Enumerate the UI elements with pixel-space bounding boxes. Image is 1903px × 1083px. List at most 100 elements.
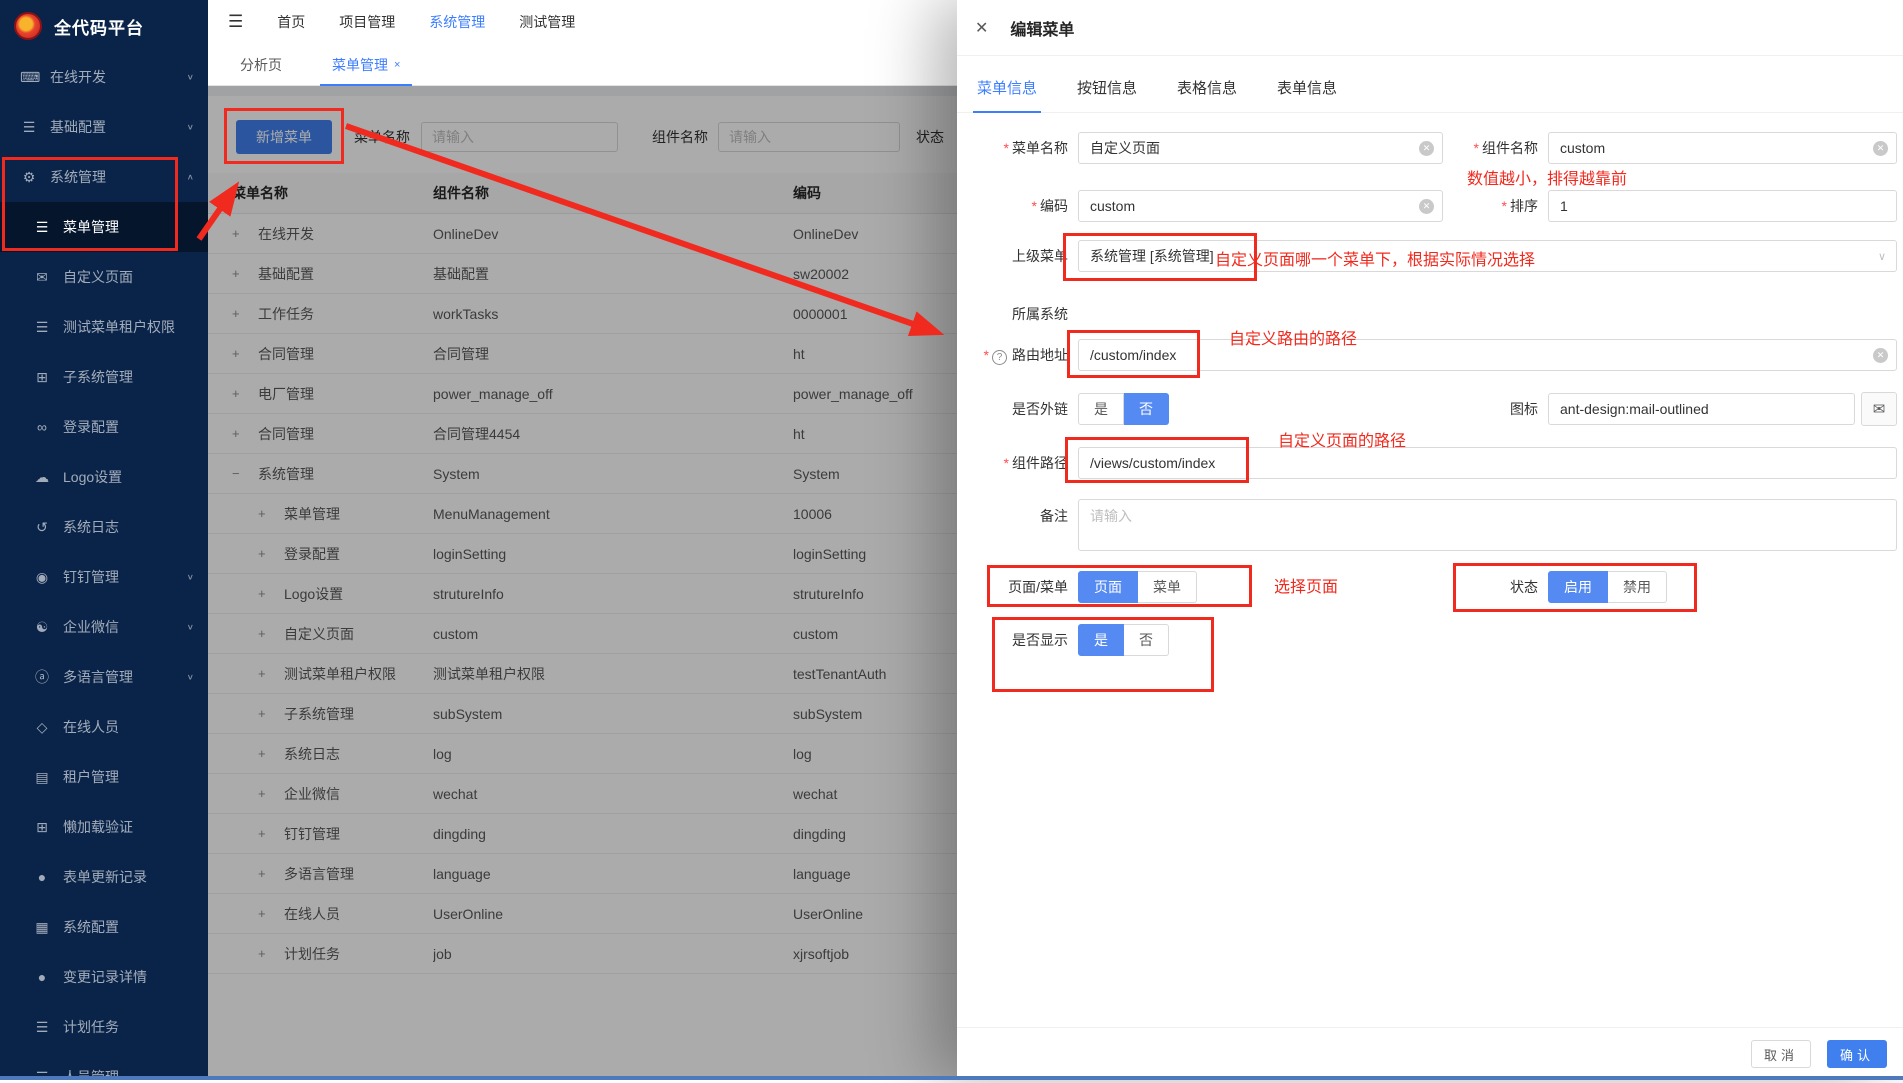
menu-fold-icon[interactable]: ☰ [228,12,243,32]
chevron-icon: ∨ [187,673,194,682]
status-filter-label: 状态 [916,127,944,147]
sidebar-item[interactable]: ▤ 租户管理 [0,752,208,802]
toggle-option-yes[interactable]: 是 [1078,393,1124,425]
sidebar-item[interactable]: ☰ 测试菜单租户权限 [0,302,208,352]
sidebar-item[interactable]: ◉ 钉钉管理 ∨ [0,552,208,602]
sidebar-item-icon: ◇ [33,719,51,736]
sidebar-item-label: 在线开发 [50,67,106,87]
sidebar-item[interactable]: ☰ 菜单管理 [0,202,208,252]
top-nav-item[interactable]: 测试管理 [519,12,575,32]
toggle-option-enabled[interactable]: 启用 [1548,571,1608,603]
component-name-filter-input[interactable] [718,122,900,152]
expander-icon[interactable]: + [258,706,274,721]
sidebar-item[interactable]: ✉ 自定义页面 [0,252,208,302]
sidebar-item[interactable]: ⓐ 多语言管理 ∨ [0,652,208,702]
menu-name-text: 电厂管理 [258,384,314,404]
parent-menu-select[interactable] [1078,240,1897,272]
top-nav-item[interactable]: 系统管理 [429,12,485,32]
icon-picker-button[interactable]: ✉ [1861,392,1897,426]
sidebar-item[interactable]: ☰ 计划任务 [0,1002,208,1052]
expander-icon[interactable]: + [258,586,274,601]
sidebar-item[interactable]: ▦ 系统配置 [0,902,208,952]
expander-icon[interactable]: − [232,466,248,481]
cancel-button[interactable]: 取消 [1751,1040,1811,1068]
cell-menu-name: + 计划任务 [208,944,433,964]
toggle-option-show[interactable]: 是 [1078,624,1124,656]
expander-icon[interactable]: + [232,226,248,241]
sidebar-item-label: 子系统管理 [63,367,133,387]
menu-name-input[interactable] [1078,132,1443,164]
clear-icon[interactable]: ✕ [1419,141,1434,156]
toggle-option-page[interactable]: 页面 [1078,571,1138,603]
sidebar-item[interactable]: ◇ 在线人员 [0,702,208,752]
sidebar-item[interactable]: ↺ 系统日志 [0,502,208,552]
toggle-option-disabled[interactable]: 禁用 [1608,571,1667,603]
component-name-label: 组件名称 [652,127,708,147]
clear-icon[interactable]: ✕ [1419,199,1434,214]
expander-icon[interactable]: + [258,786,274,801]
cell-menu-name: + 自定义页面 [208,624,433,644]
sidebar-item[interactable]: ∞ 登录配置 [0,402,208,452]
sort-input[interactable] [1548,190,1897,222]
sidebar-item[interactable]: ⌨ 在线开发 ∨ [0,52,208,102]
expander-icon[interactable]: + [258,506,274,521]
cell-menu-name: + 多语言管理 [208,864,433,884]
sidebar-item[interactable]: ⚙ 系统管理 ∧ [0,152,208,202]
route-input[interactable] [1078,339,1897,371]
expander-icon[interactable]: + [258,746,274,761]
page-tab[interactable]: 菜单管理 × [320,44,412,85]
expander-icon[interactable]: + [258,946,274,961]
drawer-tab[interactable]: 表单信息 [1273,77,1341,112]
sidebar-item[interactable]: ● 表单更新记录 [0,852,208,902]
top-nav-item[interactable]: 首页 [277,12,305,32]
menu-name-text: 子系统管理 [284,704,354,724]
close-icon[interactable]: ✕ [975,18,988,38]
expander-icon[interactable]: + [232,266,248,281]
toggle-option-no[interactable]: 否 [1124,393,1169,425]
top-nav-item[interactable]: 项目管理 [339,12,395,32]
sidebar-item[interactable]: ☰ 基础配置 ∨ [0,102,208,152]
bottom-scrollbar[interactable] [0,1076,1903,1080]
expander-icon[interactable]: + [258,546,274,561]
status-field-label: 状态 [1443,577,1538,597]
component-name-input[interactable] [1548,132,1897,164]
confirm-button[interactable]: 确认 [1827,1040,1887,1068]
sidebar-item-icon: ∞ [33,419,51,435]
sidebar-item[interactable]: ☯ 企业微信 ∨ [0,602,208,652]
tab-close-icon[interactable]: × [394,59,400,71]
component-path-input[interactable] [1078,447,1897,479]
remark-textarea[interactable] [1078,499,1897,551]
expander-icon[interactable]: + [232,426,248,441]
code-input[interactable] [1078,190,1443,222]
toggle-option-menu[interactable]: 菜单 [1138,571,1197,603]
expander-icon[interactable]: + [258,626,274,641]
menu-name-text: 工作任务 [258,304,314,324]
drawer-tab[interactable]: 按钮信息 [1073,77,1141,112]
page-tab[interactable]: 分析页 [228,44,300,85]
clear-icon[interactable]: ✕ [1873,348,1888,363]
expander-icon[interactable]: + [258,906,274,921]
expander-icon[interactable]: + [232,346,248,361]
expander-icon[interactable]: + [232,386,248,401]
sidebar-item[interactable]: ⊞ 懒加载验证 [0,802,208,852]
sidebar-item[interactable]: ☁ Logo设置 [0,452,208,502]
cell-component-name: language [433,866,793,882]
toggle-option-hide[interactable]: 否 [1124,624,1169,656]
add-menu-button[interactable]: 新增菜单 [236,120,332,154]
question-circle-icon[interactable]: ? [992,350,1007,365]
expander-icon[interactable]: + [232,306,248,321]
expander-icon[interactable]: + [258,866,274,881]
sidebar-item[interactable]: ● 变更记录详情 [0,952,208,1002]
expander-icon[interactable]: + [258,826,274,841]
menu-name-filter-input[interactable] [421,122,618,152]
sidebar-item[interactable]: ⊞ 子系统管理 [0,352,208,402]
drawer-tab[interactable]: 表格信息 [1173,77,1241,112]
menu-name-text: 钉钉管理 [284,824,340,844]
drawer-tab[interactable]: 菜单信息 [973,77,1041,112]
icon-input[interactable] [1548,393,1855,425]
clear-icon[interactable]: ✕ [1873,141,1888,156]
expander-icon[interactable]: + [258,666,274,681]
chevron-icon: ∨ [187,573,194,582]
sidebar-item-label: 基础配置 [50,117,106,137]
menu-name-text: 基础配置 [258,264,314,284]
